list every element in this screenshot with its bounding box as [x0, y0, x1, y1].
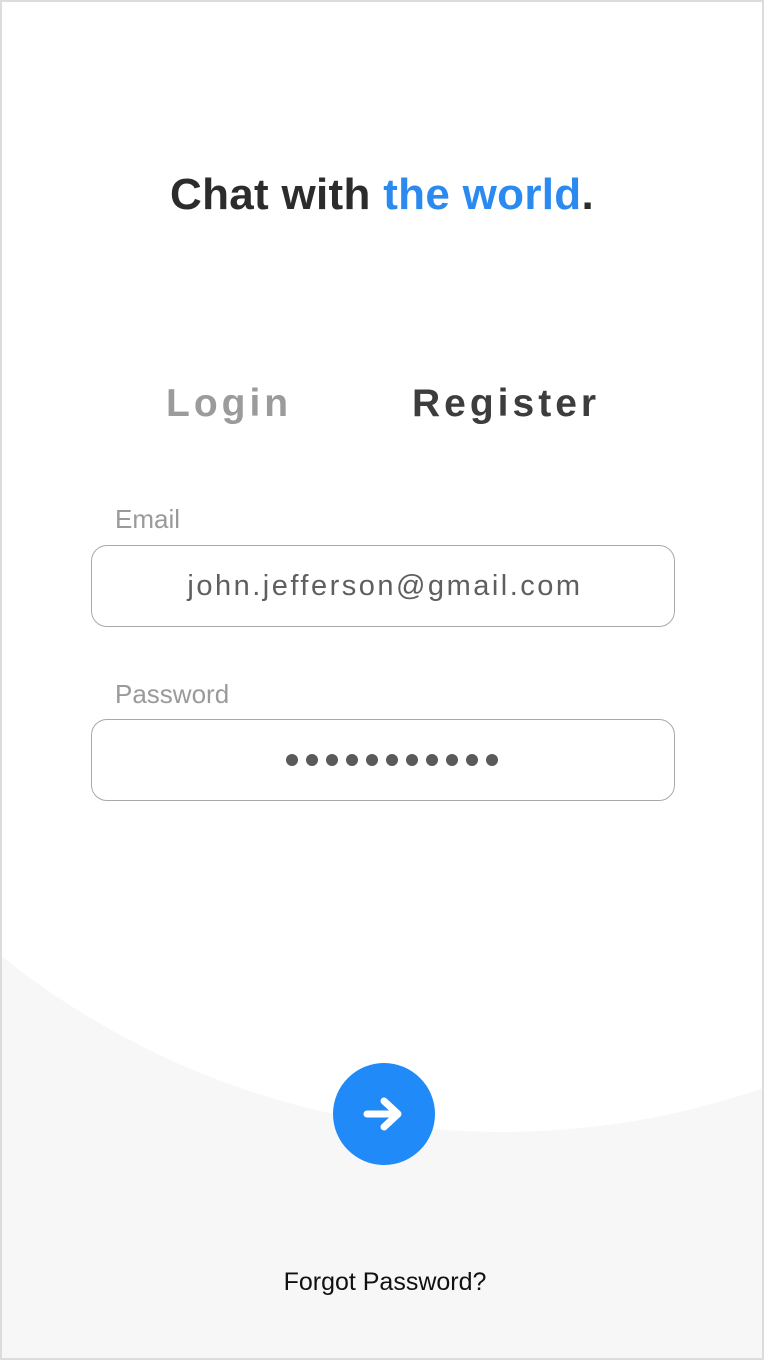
password-label: Password — [115, 679, 230, 709]
page-title: Chat with the world. — [2, 170, 762, 220]
password-mask-dot — [386, 754, 398, 766]
password-mask-dot — [466, 754, 478, 766]
password-mask-dot — [366, 754, 378, 766]
password-mask-dot — [426, 754, 438, 766]
forgot-password-link[interactable]: Forgot Password? — [2, 1268, 762, 1297]
submit-button[interactable] — [333, 1063, 435, 1165]
password-mask-dot — [486, 754, 498, 766]
password-mask-dot — [446, 754, 458, 766]
headline-suffix: . — [581, 170, 594, 219]
password-field[interactable] — [91, 719, 675, 801]
email-label: Email — [115, 504, 181, 534]
password-mask-dot — [286, 754, 298, 766]
password-mask-dot — [346, 754, 358, 766]
tab-register[interactable]: Register — [412, 382, 600, 426]
password-mask-dot — [326, 754, 338, 766]
password-masked-value[interactable] — [268, 754, 498, 766]
app-screen: Chat with the world. Login Register Emai… — [0, 0, 764, 1360]
tab-login[interactable]: Login — [166, 382, 292, 426]
email-value[interactable]: john.jefferson@gmail.com — [183, 570, 582, 603]
email-field[interactable]: john.jefferson@gmail.com — [91, 545, 675, 627]
password-mask-dot — [306, 754, 318, 766]
headline-highlight: the world — [383, 170, 582, 219]
password-mask-dot — [406, 754, 418, 766]
arrow-right-icon — [363, 1097, 402, 1131]
headline-prefix: Chat with — [170, 170, 384, 219]
